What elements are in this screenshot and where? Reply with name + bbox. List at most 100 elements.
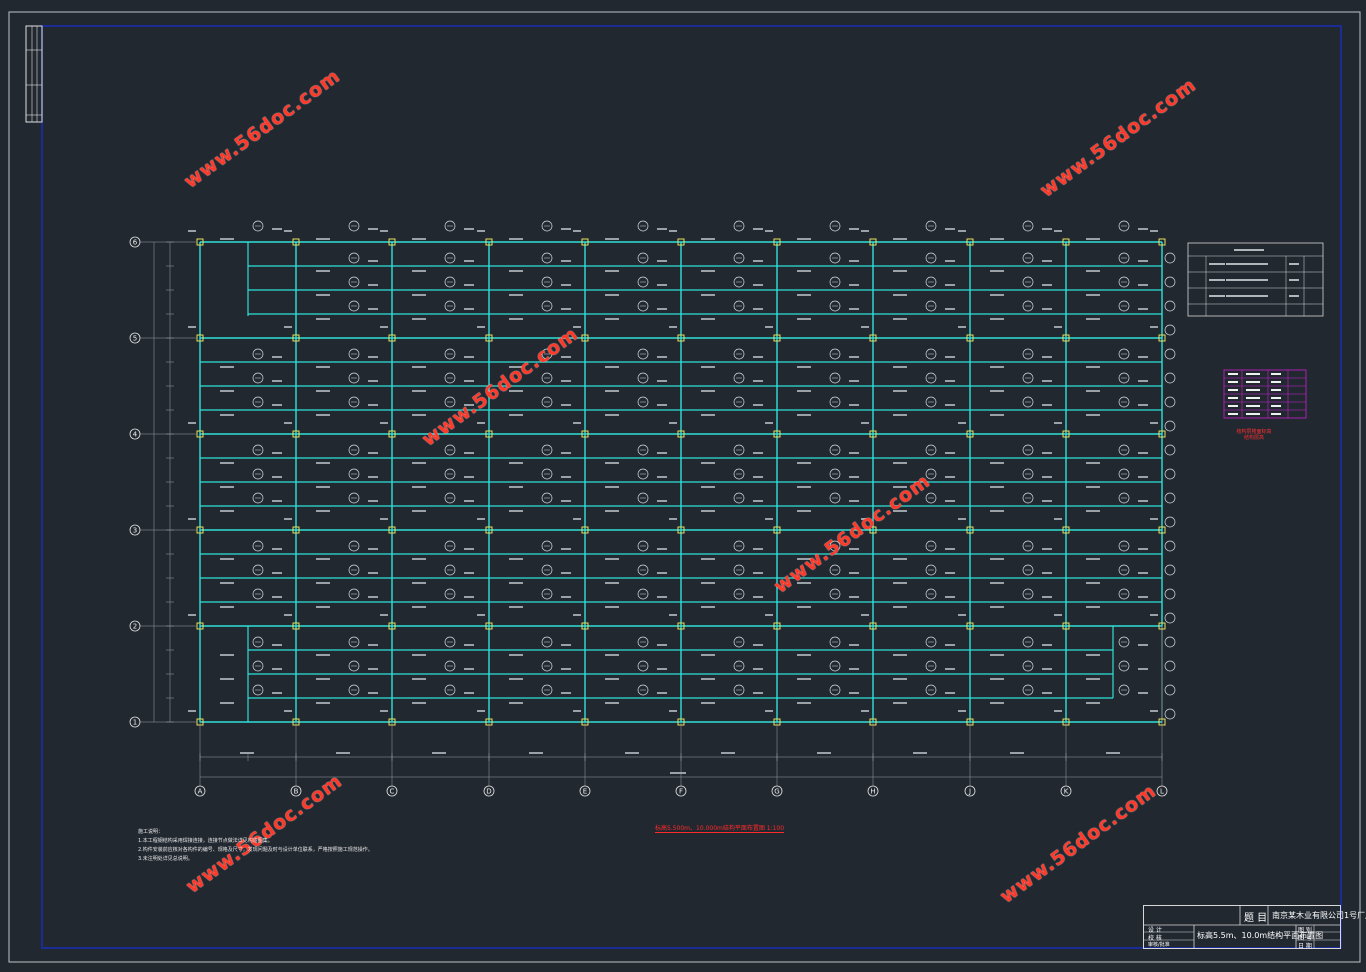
beam-label	[316, 462, 330, 464]
column-label	[477, 710, 485, 712]
beam-label	[605, 654, 619, 656]
beam-label	[605, 366, 619, 368]
column-label	[1150, 230, 1158, 232]
beam-label	[368, 668, 378, 670]
beam-label	[753, 500, 763, 502]
table-text	[1289, 295, 1299, 297]
column-label	[380, 326, 388, 328]
beam-label	[272, 668, 282, 670]
beam-label	[561, 476, 571, 478]
beam-label	[701, 462, 715, 464]
beam-label	[368, 284, 378, 286]
beam-label	[701, 510, 715, 512]
member-tag	[1164, 492, 1176, 504]
member-tag	[1164, 396, 1176, 408]
inner-frame	[41, 25, 1342, 949]
beam-label	[220, 654, 234, 656]
beam-label	[605, 462, 619, 464]
beam-label	[272, 452, 282, 454]
beam-label	[945, 692, 955, 694]
beam-label	[657, 356, 667, 358]
table-text	[1228, 373, 1238, 375]
beam-label	[797, 390, 811, 392]
beam-label	[220, 238, 234, 240]
axis-bubble-label: L	[1160, 788, 1164, 796]
table-text	[1209, 263, 1225, 265]
beam-label	[990, 414, 1004, 416]
beam-label	[893, 238, 907, 240]
beam-label	[893, 462, 907, 464]
row-label: 审核/批准	[1148, 942, 1170, 948]
beam-label	[1042, 452, 1052, 454]
axis-bubble-label: E	[583, 788, 587, 796]
column-label	[861, 230, 869, 232]
beam-label	[368, 500, 378, 502]
column-label	[765, 326, 773, 328]
beam-label	[945, 668, 955, 670]
column-label	[188, 422, 196, 424]
column-label	[284, 710, 292, 712]
beam-label	[1086, 414, 1100, 416]
member-tag	[1164, 612, 1176, 624]
beam-label	[701, 606, 715, 608]
beam-label	[893, 318, 907, 320]
beam-label	[220, 558, 234, 560]
beam-label	[753, 380, 763, 382]
beam-label	[561, 548, 571, 550]
dimension-label	[336, 752, 350, 754]
beam-label	[753, 668, 763, 670]
beam-label	[701, 702, 715, 704]
beam-label	[701, 390, 715, 392]
axis-bubble-label: 4	[133, 431, 138, 439]
binding-strip	[25, 25, 43, 123]
column-label	[573, 230, 581, 232]
beam-label	[509, 462, 523, 464]
axis-bubble-label: A	[198, 788, 203, 796]
beam-label	[849, 644, 859, 646]
beam-label	[1138, 548, 1148, 550]
column-label	[477, 230, 485, 232]
beam-label	[797, 606, 811, 608]
beam-label	[945, 308, 955, 310]
beam-label	[797, 238, 811, 240]
beam-label	[657, 228, 667, 230]
beam-label	[893, 390, 907, 392]
table-text	[1228, 389, 1238, 391]
notes-line: 1.本工程钢结构采用焊接连接，连接节点做法详见构造图集。	[138, 838, 273, 844]
beam-label	[368, 380, 378, 382]
beam-label	[701, 270, 715, 272]
beam-label	[1086, 270, 1100, 272]
beam-label	[464, 548, 474, 550]
beam-label	[316, 318, 330, 320]
beam-label	[412, 486, 426, 488]
beam-label	[605, 510, 619, 512]
beam-label	[561, 692, 571, 694]
table-text	[1234, 249, 1264, 251]
member-tag	[1164, 636, 1176, 648]
beam-label	[412, 238, 426, 240]
column-label	[958, 518, 966, 520]
beam-label	[272, 404, 282, 406]
beam-label	[561, 596, 571, 598]
beam-label	[1138, 500, 1148, 502]
beam-label	[1086, 462, 1100, 464]
beam-label	[849, 308, 859, 310]
beam-label	[220, 486, 234, 488]
column-label	[669, 326, 677, 328]
beam-label	[990, 582, 1004, 584]
column-label	[573, 710, 581, 712]
member-tag	[1164, 324, 1176, 336]
beam-label	[272, 228, 282, 230]
beam-label	[368, 452, 378, 454]
beam-label	[1086, 654, 1100, 656]
beam-label	[412, 390, 426, 392]
beam-label	[990, 606, 1004, 608]
beam-label	[990, 270, 1004, 272]
beam-label	[657, 404, 667, 406]
beam-label	[464, 356, 474, 358]
beam-label	[464, 228, 474, 230]
member-tag	[1164, 660, 1176, 672]
beam-label	[657, 644, 667, 646]
beam-label	[316, 654, 330, 656]
beam-label	[990, 558, 1004, 560]
